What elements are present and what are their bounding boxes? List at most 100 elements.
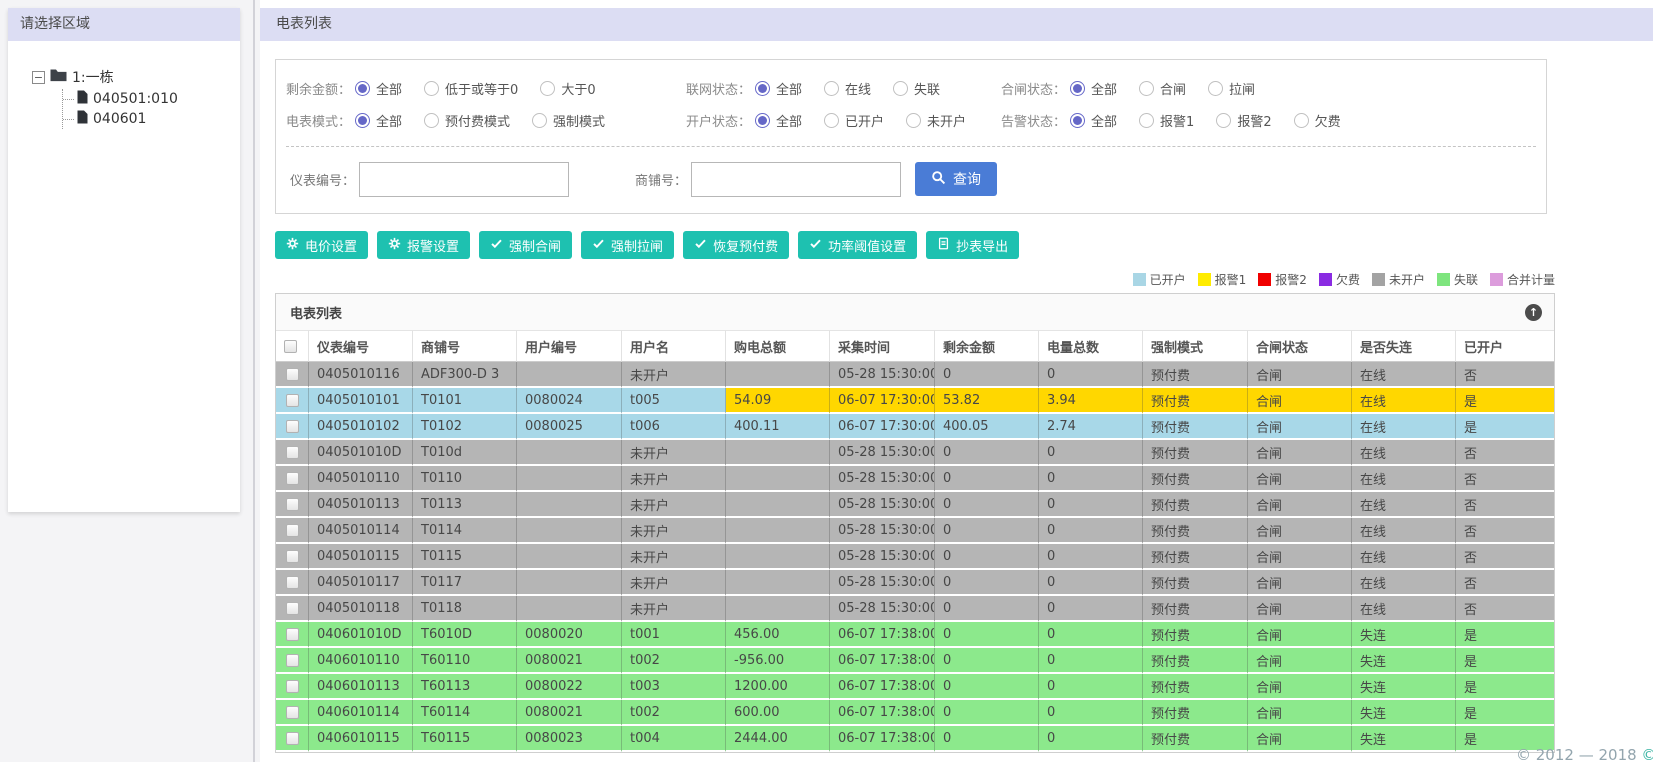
radio-option[interactable]: 未开户 — [906, 111, 966, 130]
row-checkbox[interactable] — [285, 653, 299, 667]
table-title: 电表列表 — [290, 306, 343, 322]
radio-option[interactable]: 欠费 — [1293, 111, 1341, 130]
radio-option[interactable]: 报警1 — [1139, 111, 1194, 130]
radio-option[interactable]: 全部 — [755, 79, 802, 98]
row-checkbox[interactable] — [285, 393, 299, 407]
row-checkbox[interactable] — [285, 575, 299, 589]
action-button[interactable]: 功率阈值设置 — [798, 231, 918, 259]
tree-node-label[interactable]: 040601 — [93, 111, 146, 127]
row-checkbox[interactable] — [285, 497, 299, 511]
action-button[interactable]: 强制合闸 — [479, 231, 573, 259]
radio-icon[interactable] — [1070, 112, 1086, 128]
radio-option[interactable]: 全部 — [355, 79, 402, 98]
action-button-label: 电价设置 — [305, 238, 358, 254]
radio-icon[interactable] — [906, 112, 922, 128]
radio-icon[interactable] — [1070, 80, 1086, 96]
action-button[interactable]: 电价设置 — [275, 231, 369, 259]
radio-option[interactable]: 合闸 — [1139, 79, 1186, 98]
table-cell — [517, 596, 622, 622]
table-cell: 0 — [1039, 440, 1143, 466]
tree-node-label[interactable]: 040501:010 — [93, 91, 178, 107]
table-cell: 是 — [1456, 674, 1554, 700]
table-row: 0405010114 T0114 未开户 05-28 15:30:00 0 0 预付费 合闸在… — [276, 518, 1554, 544]
main-panel: 电表列表 剩余金额： 全部 低于或等于0 大于0 联网状态： 全部 在线 失联 合闸状态： 全部合… — [260, 0, 1653, 784]
row-checkbox[interactable] — [285, 627, 299, 641]
radio-icon[interactable] — [824, 80, 840, 96]
row-checkbox[interactable] — [285, 471, 299, 485]
tree-node[interactable]: 040501:010 — [63, 89, 240, 109]
collapse-toggle-icon[interactable]: − — [32, 70, 45, 84]
radio-option[interactable]: 报警2 — [1216, 111, 1272, 130]
search-button[interactable]: 查询 — [915, 162, 998, 196]
table-cell: 未开户 — [622, 362, 726, 388]
table-row: 0406010113 T60113 0080022 t003 1200.00 06-07 … — [276, 674, 1554, 700]
table-cell: T60113 — [413, 674, 517, 700]
row-checkbox[interactable] — [285, 601, 299, 615]
radio-icon[interactable] — [824, 112, 840, 128]
radio-icon[interactable] — [1216, 112, 1232, 128]
radio-icon[interactable] — [355, 80, 371, 96]
radio-icon[interactable] — [1139, 112, 1155, 128]
meter-no-input[interactable] — [359, 161, 570, 197]
radio-option[interactable]: 低于或等于0 — [424, 79, 518, 98]
radio-icon[interactable] — [424, 80, 440, 96]
row-checkbox[interactable] — [285, 419, 299, 433]
action-toolbar: 电价设置 报警设置 强制合闸 强制拉闸 恢复预付费 功率阈值设置 抄表导出 — [275, 231, 1553, 259]
radio-icon[interactable] — [355, 112, 371, 128]
radio-option[interactable]: 拉闸 — [1208, 79, 1255, 98]
radio-option[interactable]: 在线 — [824, 79, 871, 98]
table-cell: 0405010115 — [309, 544, 413, 570]
tree-root[interactable]: − 1:一栋 — [32, 67, 240, 87]
table-cell: 否 — [1456, 362, 1554, 388]
radio-option[interactable]: 强制模式 — [532, 111, 605, 130]
select-all-checkbox[interactable] — [284, 339, 297, 353]
radio-icon[interactable] — [755, 80, 771, 96]
tree-node[interactable]: 040601 — [63, 109, 240, 129]
row-checkbox[interactable] — [285, 445, 299, 459]
radio-option[interactable]: 全部 — [755, 111, 802, 130]
radio-icon[interactable] — [424, 112, 440, 128]
tree-root-label[interactable]: 1:一栋 — [72, 67, 114, 87]
radio-option[interactable]: 已开户 — [824, 111, 884, 130]
radio-icon[interactable] — [1293, 112, 1309, 128]
row-checkbox[interactable] — [285, 523, 299, 537]
radio-icon[interactable] — [893, 80, 909, 96]
table-cell — [517, 440, 622, 466]
radio-icon[interactable] — [1208, 80, 1224, 96]
radio-option[interactable]: 预付费模式 — [424, 111, 510, 130]
export-button[interactable]: 抄表导出 — [926, 231, 1020, 259]
radio-option[interactable]: 失联 — [893, 79, 940, 98]
radio-icon[interactable] — [755, 112, 771, 128]
row-checkbox[interactable] — [285, 549, 299, 563]
row-checkbox-cell — [276, 648, 309, 674]
row-checkbox[interactable] — [285, 679, 299, 693]
table-cell: 0 — [1039, 492, 1143, 518]
shop-no-input[interactable] — [691, 161, 902, 197]
radio-option[interactable]: 大于0 — [540, 79, 596, 98]
action-button[interactable]: 报警设置 — [377, 231, 471, 259]
action-button[interactable]: 恢复预付费 — [683, 231, 790, 259]
radio-option[interactable]: 全部 — [355, 111, 402, 130]
action-button[interactable]: 强制拉闸 — [581, 231, 675, 259]
radio-option[interactable]: 全部 — [1070, 111, 1117, 130]
collapse-up-icon[interactable]: ↑ — [1525, 303, 1542, 321]
table-cell: 是 — [1456, 700, 1554, 726]
radio-icon[interactable] — [540, 80, 556, 96]
row-checkbox[interactable] — [285, 731, 299, 745]
row-checkbox[interactable] — [285, 367, 299, 381]
row-checkbox-cell — [276, 622, 309, 648]
table-cell: 0 — [1039, 466, 1143, 492]
row-checkbox[interactable] — [285, 705, 299, 719]
table-cell: T0118 — [413, 596, 517, 622]
radio-option[interactable]: 全部 — [1070, 79, 1117, 98]
table-cell: T0101 — [413, 388, 517, 414]
table-cell: 06-07 17:38:00 — [830, 622, 935, 648]
table-cell: 1200.00 — [726, 674, 830, 700]
row-checkbox-cell — [276, 440, 309, 466]
radio-icon[interactable] — [1139, 80, 1155, 96]
legend-swatch — [1371, 273, 1385, 286]
file-icon — [77, 90, 88, 108]
table-cell: 3.94 — [1039, 388, 1143, 414]
check-icon — [592, 237, 605, 253]
radio-icon[interactable] — [532, 112, 548, 128]
